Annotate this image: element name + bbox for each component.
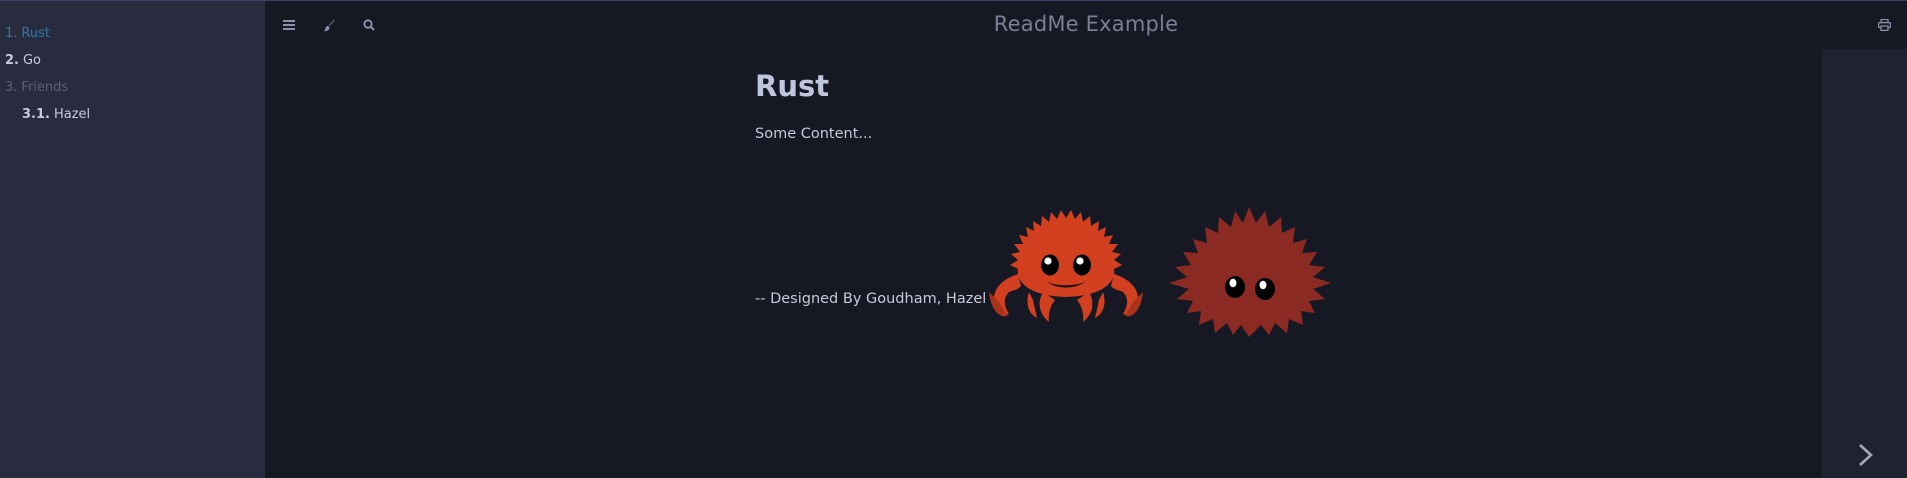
sidebar: 1. Rust 2. Go 3. Friends 3.1. Hazel <box>0 1 265 478</box>
ferris-crab-image <box>989 210 1143 322</box>
main-page: ReadMe Example Rust Some Content... -- D… <box>265 1 1907 478</box>
book-title: ReadMe Example <box>993 12 1179 36</box>
page-content: Rust Some Content... -- Designed By Goud… <box>755 69 1515 337</box>
chapter-number: 1. <box>5 26 18 41</box>
menu-bar: ReadMe Example <box>265 1 1907 49</box>
sidebar-item-label: Go <box>22 53 42 68</box>
sidebar-item-hazel[interactable]: 3.1. Hazel <box>0 101 265 128</box>
chevron-right-icon <box>1859 444 1873 466</box>
hazel-urchin-image <box>1169 207 1331 337</box>
credit-text: -- Designed By Goudham, Hazel -- <box>755 291 1002 307</box>
chapter-number: 2. <box>5 53 19 68</box>
sidebar-item-label: Rust <box>21 26 50 41</box>
sidebar-item-label: Friends <box>21 80 69 95</box>
sidebar-item-label: Hazel <box>53 107 91 122</box>
next-page-button[interactable] <box>1822 49 1907 478</box>
page-heading: Rust <box>755 69 830 103</box>
sidebar-item-go[interactable]: 2. Go <box>0 47 265 74</box>
sidebar-item-rust[interactable]: 1. Rust <box>0 20 265 47</box>
credit-row: -- Designed By Goudham, Hazel -- <box>755 167 1455 337</box>
chapter-number: 3. <box>5 80 18 95</box>
page-body-text: Some Content... <box>755 126 873 142</box>
chapter-number: 3.1. <box>22 107 50 122</box>
sidebar-item-friends: 3. Friends <box>0 74 265 101</box>
print-icon[interactable] <box>1873 14 1895 36</box>
